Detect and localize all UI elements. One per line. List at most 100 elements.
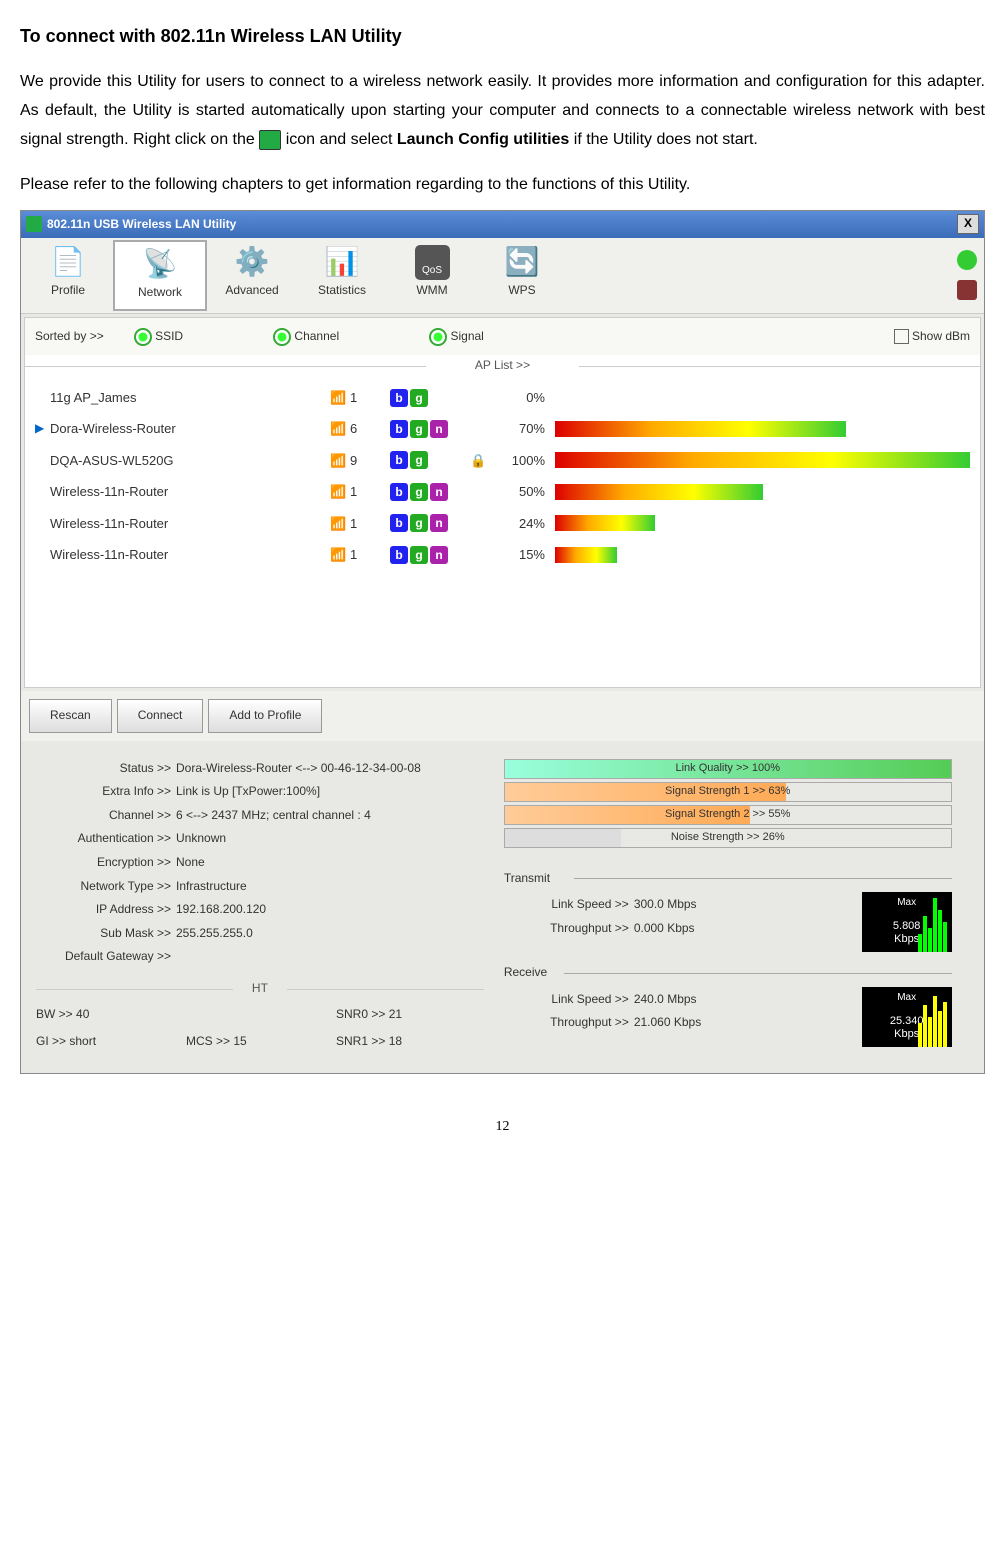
channel-icon: 📶 (330, 386, 350, 409)
tab-wps[interactable]: 🔄 WPS (477, 240, 567, 311)
status-val: Dora-Wireless-Router <--> 00-46-12-34-00… (176, 758, 421, 780)
rescan-button[interactable]: Rescan (29, 699, 112, 733)
rx-thru-val: 21.060 Kbps (634, 1012, 701, 1034)
utility-window: 802.11n USB Wireless LAN Utility X 📄 Pro… (20, 210, 985, 1074)
tab-network[interactable]: 📡 Network (113, 240, 207, 311)
transmit-label: Transmit (504, 868, 952, 890)
mask-val: 255.255.255.0 (176, 923, 253, 945)
tab-advanced[interactable]: ⚙️ Advanced (207, 240, 297, 311)
ap-channel: 1 (350, 480, 390, 503)
ap-list[interactable]: 11g AP_James 📶 1 bg 0% ▶ Dora-Wireless-R… (25, 377, 980, 687)
ap-row[interactable]: Wireless-11n-Router 📶 1 bgn 24% (35, 508, 970, 539)
ap-signal-bar (555, 452, 970, 468)
ap-channel: 9 (350, 449, 390, 472)
ap-row[interactable]: Wireless-11n-Router 📶 1 bgn 15% (35, 539, 970, 570)
ap-badges: bgn (390, 546, 470, 564)
launch-config-bold: Launch Config utilities (397, 131, 569, 148)
tx-speed-lbl: Link Speed >> (504, 894, 634, 916)
snr1-val: 18 (389, 1034, 402, 1048)
rx-speed-val: 240.0 Mbps (634, 989, 697, 1011)
ap-ssid: DQA-ASUS-WL520G (50, 449, 330, 472)
ap-signal-pct: 24% (495, 512, 555, 535)
snr1-lbl: SNR1 >> (336, 1034, 385, 1048)
bw-lbl: BW >> (36, 1007, 73, 1021)
sort-signal-option[interactable]: Signal (429, 326, 484, 348)
intro-paragraph-1: We provide this Utility for users to con… (20, 68, 985, 154)
b-badge: b (390, 451, 408, 469)
tx-thru-lbl: Throughput >> (504, 918, 634, 940)
ap-signal-pct: 70% (495, 417, 555, 440)
gw-lbl: Default Gateway >> (36, 946, 176, 968)
status-lbl: Status >> (36, 758, 176, 780)
intro-text-1b: icon and select (286, 131, 397, 148)
page-number: 12 (20, 1114, 985, 1139)
snr0-lbl: SNR0 >> (336, 1007, 385, 1021)
b-badge: b (390, 514, 408, 532)
tx-thru-val: 0.000 Kbps (634, 918, 695, 940)
mcs-val: 15 (233, 1034, 246, 1048)
n-badge: n (430, 514, 448, 532)
ip-lbl: IP Address >> (36, 899, 176, 921)
g-badge: g (410, 451, 428, 469)
ap-list-divider: AP List >> (25, 355, 980, 377)
radio-icon (429, 328, 447, 346)
net-val: Infrastructure (176, 876, 247, 898)
n-badge: n (430, 483, 448, 501)
ap-row[interactable]: Wireless-11n-Router 📶 1 bgn 50% (35, 476, 970, 507)
profile-icon: 📄 (23, 245, 113, 280)
b-badge: b (390, 389, 408, 407)
enc-val: None (176, 852, 205, 874)
tab-wmm[interactable]: QoS WMM (387, 240, 477, 311)
network-icon: 📡 (115, 247, 205, 282)
n-badge: n (430, 546, 448, 564)
ap-row[interactable]: ▶ Dora-Wireless-Router 📶 6 bgn 70% (35, 413, 970, 444)
window-title: 802.11n USB Wireless LAN Utility (47, 214, 236, 236)
sort-ssid-option[interactable]: SSID (134, 326, 183, 348)
connect-button[interactable]: Connect (117, 699, 204, 733)
net-lbl: Network Type >> (36, 876, 176, 898)
show-dbm-checkbox[interactable]: Show dBm (894, 326, 970, 348)
auth-val: Unknown (176, 828, 226, 850)
ap-signal-pct: 100% (495, 449, 555, 472)
ap-badges: bgn (390, 420, 470, 438)
ap-signal-bar (555, 421, 970, 437)
ap-channel: 1 (350, 386, 390, 409)
app-icon (26, 216, 42, 232)
bw-val: 40 (76, 1007, 89, 1021)
extra-val: Link is Up [TxPower:100%] (176, 781, 320, 803)
tx-speed-val: 300.0 Mbps (634, 894, 697, 916)
checkbox-icon (894, 329, 909, 344)
sort-channel-option[interactable]: Channel (273, 326, 339, 348)
g-badge: g (410, 483, 428, 501)
rx-graph: Max 25.340 Kbps (862, 987, 952, 1047)
ap-channel: 1 (350, 512, 390, 535)
link-status-icon[interactable] (957, 280, 977, 300)
g-badge: g (410, 546, 428, 564)
add-profile-button[interactable]: Add to Profile (208, 699, 322, 733)
toolbar: 📄 Profile 📡 Network ⚙️ Advanced 📊 Statis… (21, 238, 984, 314)
channel-icon: 📶 (330, 417, 350, 440)
noise-bar: Noise Strength >> 26% (504, 828, 952, 848)
tab-wps-label: WPS (477, 280, 567, 302)
enc-lbl: Encryption >> (36, 852, 176, 874)
radio-icon (273, 328, 291, 346)
mcs-lbl: MCS >> (186, 1034, 230, 1048)
signal-2-bar: Signal Strength 2 >> 55% (504, 805, 952, 825)
ap-row[interactable]: 11g AP_James 📶 1 bg 0% (35, 382, 970, 413)
channel-lbl: Channel >> (36, 805, 176, 827)
ap-badges: bgn (390, 483, 470, 501)
titlebar: 802.11n USB Wireless LAN Utility X (21, 211, 984, 239)
g-badge: g (410, 514, 428, 532)
close-button[interactable]: X (957, 214, 979, 234)
tab-wmm-label: WMM (387, 280, 477, 302)
tab-profile-label: Profile (23, 280, 113, 302)
tab-profile[interactable]: 📄 Profile (23, 240, 113, 311)
ap-signal-pct: 50% (495, 480, 555, 503)
ap-row[interactable]: DQA-ASUS-WL520G 📶 9 bg 🔒 100% (35, 445, 970, 476)
ap-signal-bar (555, 390, 970, 406)
channel-icon: 📶 (330, 480, 350, 503)
tab-statistics[interactable]: 📊 Statistics (297, 240, 387, 311)
advanced-icon: ⚙️ (207, 245, 297, 280)
radio-on-icon[interactable] (957, 250, 977, 270)
tab-statistics-label: Statistics (297, 280, 387, 302)
